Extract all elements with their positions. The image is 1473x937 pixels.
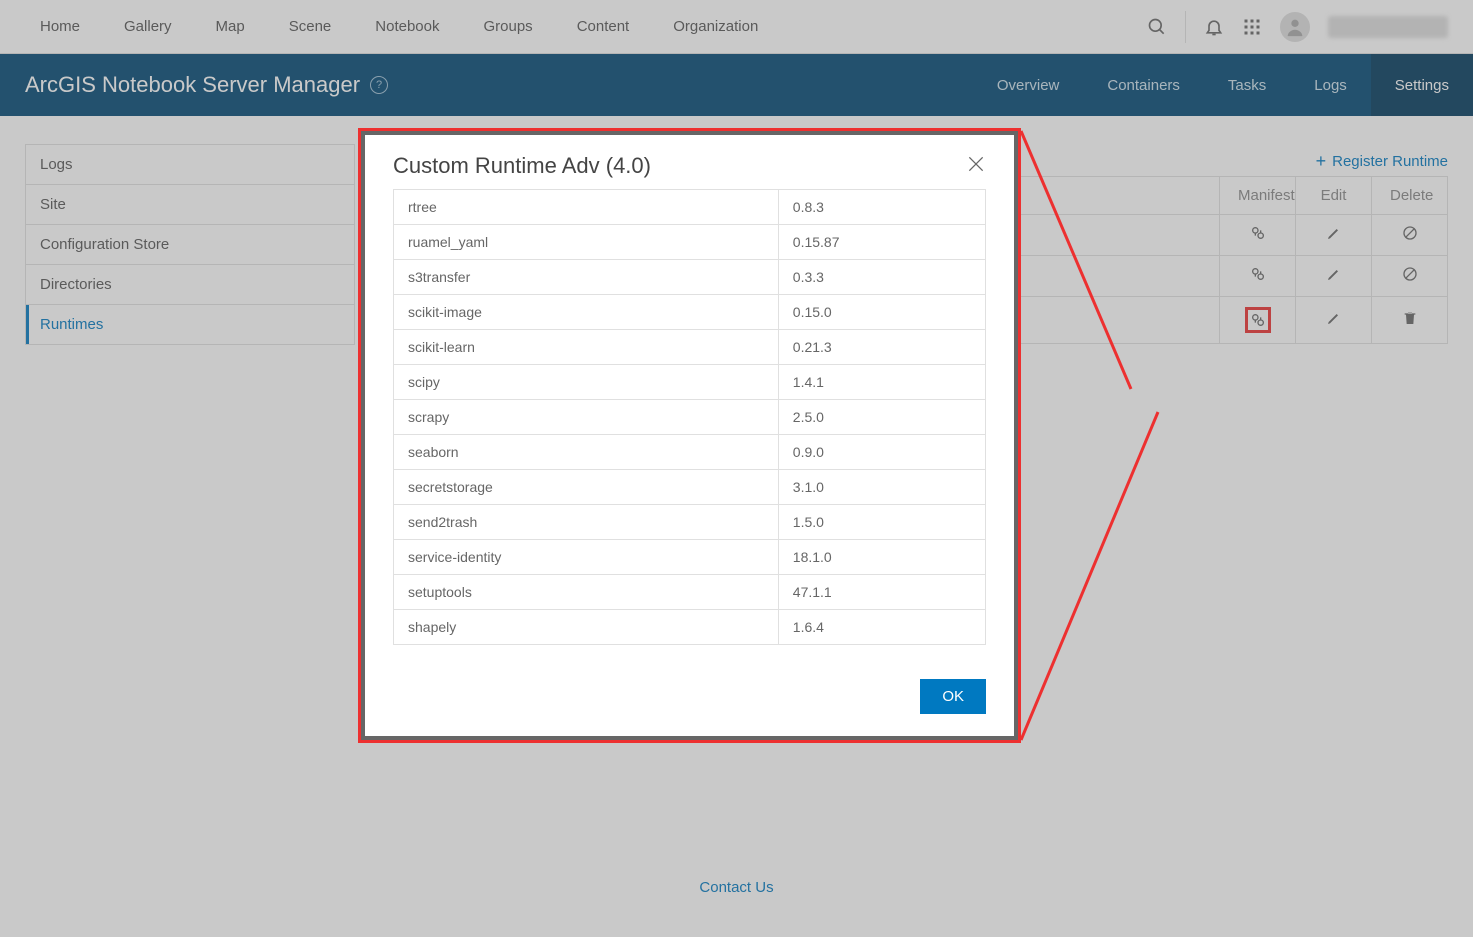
modal-title: Custom Runtime Adv (4.0) — [393, 153, 651, 179]
subheader: ArcGIS Notebook Server Manager ? Overvie… — [0, 54, 1473, 116]
package-name: ruamel_yaml — [394, 225, 779, 260]
package-name: shapely — [394, 610, 779, 645]
package-row: ruamel_yaml0.15.87 — [394, 225, 986, 260]
register-runtime-button[interactable]: + Register Runtime — [1316, 152, 1448, 170]
package-name: setuptools — [394, 575, 779, 610]
package-table: rtree0.8.3ruamel_yaml0.15.87s3transfer0.… — [393, 189, 986, 645]
package-name: seaborn — [394, 435, 779, 470]
topnav-links: Home Gallery Map Scene Notebook Groups C… — [40, 18, 758, 35]
col-manifest: Manifest — [1220, 177, 1296, 215]
bell-icon[interactable] — [1204, 17, 1224, 37]
manifest-icon[interactable] — [1250, 266, 1266, 282]
tab-overview[interactable]: Overview — [973, 54, 1084, 116]
sidenav-runtimes[interactable]: Runtimes — [26, 305, 354, 344]
help-icon[interactable]: ? — [370, 76, 388, 94]
package-version: 0.21.3 — [778, 330, 985, 365]
page-title: ArcGIS Notebook Server Manager ? — [25, 72, 388, 98]
sidenav-config-store[interactable]: Configuration Store — [26, 225, 354, 265]
modal-header: Custom Runtime Adv (4.0) — [393, 153, 986, 179]
divider — [1185, 11, 1186, 43]
nav-map[interactable]: Map — [216, 18, 245, 35]
package-version: 1.6.4 — [778, 610, 985, 645]
package-row: shapely1.6.4 — [394, 610, 986, 645]
edit-icon[interactable] — [1326, 225, 1342, 241]
package-name: scrapy — [394, 400, 779, 435]
subnav: Overview Containers Tasks Logs Settings — [973, 54, 1473, 116]
package-name: secretstorage — [394, 470, 779, 505]
package-version: 0.15.87 — [778, 225, 985, 260]
package-version: 2.5.0 — [778, 400, 985, 435]
sidenav-site[interactable]: Site — [26, 185, 354, 225]
nav-groups[interactable]: Groups — [483, 18, 532, 35]
manifest-icon[interactable] — [1250, 312, 1266, 328]
package-name: s3transfer — [394, 260, 779, 295]
topnav-right — [1147, 11, 1448, 43]
top-nav: Home Gallery Map Scene Notebook Groups C… — [0, 0, 1473, 54]
package-name: rtree — [394, 190, 779, 225]
package-name: service-identity — [394, 540, 779, 575]
register-label: Register Runtime — [1332, 153, 1448, 170]
package-row: scikit-learn0.21.3 — [394, 330, 986, 365]
nav-home[interactable]: Home — [40, 18, 80, 35]
package-version: 0.3.3 — [778, 260, 985, 295]
col-delete: Delete — [1372, 177, 1448, 215]
footer: Contact Us — [0, 879, 1473, 897]
package-name: scikit-image — [394, 295, 779, 330]
close-icon[interactable] — [966, 154, 986, 179]
package-name: scipy — [394, 365, 779, 400]
col-edit: Edit — [1296, 177, 1372, 215]
package-row: rtree0.8.3 — [394, 190, 986, 225]
modal-body[interactable]: rtree0.8.3ruamel_yaml0.15.87s3transfer0.… — [393, 189, 986, 657]
modal: Custom Runtime Adv (4.0) rtree0.8.3ruame… — [365, 135, 1014, 736]
nav-gallery[interactable]: Gallery — [124, 18, 172, 35]
package-row: scikit-image0.15.0 — [394, 295, 986, 330]
package-version: 1.5.0 — [778, 505, 985, 540]
package-name: send2trash — [394, 505, 779, 540]
package-row: scipy1.4.1 — [394, 365, 986, 400]
apps-icon[interactable] — [1242, 17, 1262, 37]
sidenav-directories[interactable]: Directories — [26, 265, 354, 305]
package-version: 3.1.0 — [778, 470, 985, 505]
manifest-icon[interactable] — [1250, 225, 1266, 241]
edit-icon[interactable] — [1326, 310, 1342, 326]
package-row: scrapy2.5.0 — [394, 400, 986, 435]
package-name: scikit-learn — [394, 330, 779, 365]
package-version: 18.1.0 — [778, 540, 985, 575]
nav-content[interactable]: Content — [577, 18, 630, 35]
highlighted-manifest — [1245, 307, 1271, 333]
package-version: 0.9.0 — [778, 435, 985, 470]
delete-icon[interactable] — [1402, 310, 1418, 326]
nav-notebook[interactable]: Notebook — [375, 18, 439, 35]
package-row: send2trash1.5.0 — [394, 505, 986, 540]
package-row: setuptools47.1.1 — [394, 575, 986, 610]
tab-logs[interactable]: Logs — [1290, 54, 1371, 116]
package-row: secretstorage3.1.0 — [394, 470, 986, 505]
package-version: 1.4.1 — [778, 365, 985, 400]
username-blurred — [1328, 16, 1448, 38]
avatar[interactable] — [1280, 12, 1310, 42]
contact-us-link[interactable]: Contact Us — [699, 879, 773, 896]
edit-icon[interactable] — [1326, 266, 1342, 282]
page-title-text: ArcGIS Notebook Server Manager — [25, 72, 360, 98]
nav-organization[interactable]: Organization — [673, 18, 758, 35]
modal-wrapper: Custom Runtime Adv (4.0) rtree0.8.3ruame… — [358, 128, 1021, 743]
package-version: 0.8.3 — [778, 190, 985, 225]
nav-scene[interactable]: Scene — [289, 18, 332, 35]
modal-footer: OK — [393, 657, 986, 714]
package-row: service-identity18.1.0 — [394, 540, 986, 575]
package-row: s3transfer0.3.3 — [394, 260, 986, 295]
ok-button[interactable]: OK — [920, 679, 986, 714]
tab-containers[interactable]: Containers — [1083, 54, 1204, 116]
tab-tasks[interactable]: Tasks — [1204, 54, 1290, 116]
tab-settings[interactable]: Settings — [1371, 54, 1473, 116]
delete-disabled-icon — [1402, 225, 1418, 241]
delete-disabled-icon — [1402, 266, 1418, 282]
package-version: 0.15.0 — [778, 295, 985, 330]
sidenav-logs[interactable]: Logs — [26, 145, 354, 185]
plus-icon: + — [1316, 152, 1327, 170]
sidenav: Logs Site Configuration Store Directorie… — [25, 144, 355, 345]
package-version: 47.1.1 — [778, 575, 985, 610]
search-icon[interactable] — [1147, 17, 1167, 37]
package-row: seaborn0.9.0 — [394, 435, 986, 470]
